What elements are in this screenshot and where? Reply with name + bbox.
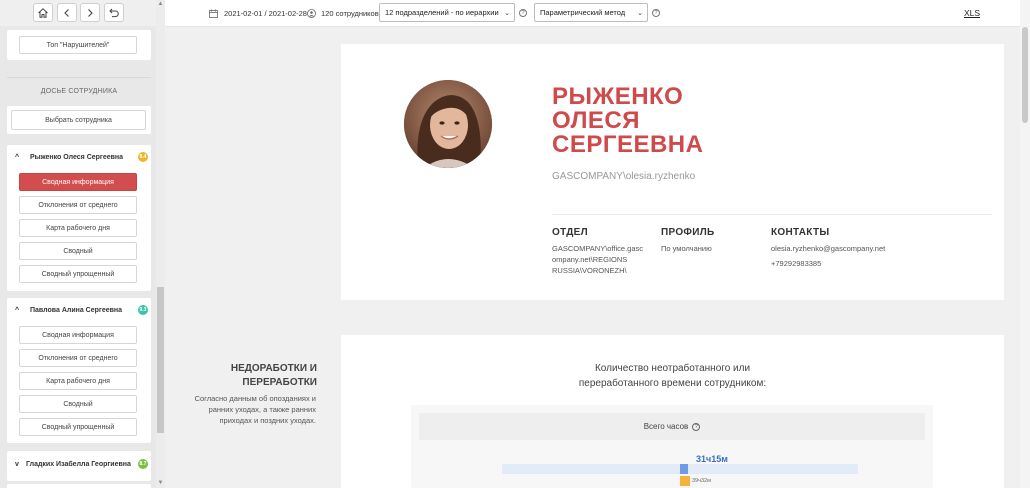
- stats-desc-line: Согласно данным об опозданиях и: [194, 394, 316, 403]
- profile-header: ПРОФИЛЬ: [661, 227, 715, 238]
- department-header: ОТДЕЛ: [552, 227, 588, 238]
- bar-label-overworked: 39ч32м: [692, 478, 711, 484]
- top-violators-button[interactable]: Топ "Нарушителей": [19, 36, 137, 54]
- stats-desc-line: ранних уходах, а также ранних: [208, 405, 316, 414]
- sidebar-scrollbar[interactable]: ▲ ▼: [156, 0, 165, 488]
- stats-desc-line: приходах и поздних уходах.: [219, 416, 316, 425]
- help-icon[interactable]: ?: [519, 9, 527, 17]
- stats-title-line: НЕДОРАБОТКИ И: [230, 363, 317, 374]
- departments-select-value: 12 подразделений - по иерархии: [385, 8, 499, 17]
- employee-score-badge-3: 8.7: [138, 459, 148, 469]
- contacts-value: olesia.ryzhenko@gascompany.net +79292983…: [771, 243, 885, 269]
- chart-title: Количество неотработанного или переработ…: [341, 361, 1004, 391]
- undo-icon: [109, 8, 119, 17]
- profile-card: РЫЖЕНКО ОЛЕСЯ СЕРГЕЕВНА GASCOMPANY\olesi…: [341, 44, 1004, 300]
- profile-value: По умолчанию: [661, 244, 712, 253]
- employee-name-1: Рыженко Олеся Сергеевна: [30, 153, 124, 161]
- employee-score-badge-2: 9.3: [138, 305, 148, 315]
- help-icon[interactable]: ?: [652, 9, 660, 17]
- menu-item-simplified-2[interactable]: Сводный упрощенный: [19, 418, 137, 436]
- menu-item-workday-map-2[interactable]: Карта рабочего дня: [19, 372, 137, 390]
- contact-phone[interactable]: +79292983385: [771, 258, 885, 269]
- date-range-text: 2021-02-01 / 2021-02-28: [224, 8, 307, 18]
- menu-item-consolidated-1[interactable]: Сводный: [19, 242, 137, 260]
- total-hours-label: Всего часов: [643, 422, 689, 431]
- employee-full-name: РЫЖЕНКО ОЛЕСЯ СЕРГЕЕВНА: [552, 85, 812, 157]
- stats-title: НЕДОРАБОТКИ И ПЕРЕРАБОТКИ: [165, 362, 317, 390]
- chevron-down-icon: ⌄: [504, 10, 510, 17]
- employee-name-3: Гладких Изабелла Георгиевна: [26, 460, 131, 468]
- name-line-first: ОЛЕСЯ: [552, 107, 640, 134]
- undo-button[interactable]: [104, 3, 124, 22]
- chart-title-line: Количество неотработанного или: [594, 363, 751, 374]
- total-hours-header[interactable]: Всего часов ?: [419, 413, 925, 440]
- people-icon: [307, 8, 316, 18]
- stats-title-line: ПЕРЕРАБОТКИ: [242, 377, 317, 388]
- nav-toolbar: [0, 0, 156, 26]
- back-button[interactable]: [57, 3, 77, 22]
- bar-underworked: [680, 464, 688, 474]
- chevron-down-icon: ⌄: [637, 10, 643, 17]
- forward-icon: [88, 8, 93, 17]
- employee-score-badge-1: 8.4: [138, 152, 148, 162]
- menu-item-consolidated-2[interactable]: Сводный: [19, 395, 137, 413]
- scroll-up-arrow[interactable]: ▲: [156, 0, 165, 9]
- bar-overworked: [680, 476, 690, 486]
- stats-description: Согласно данным об опозданиях и ранних у…: [165, 393, 316, 426]
- page-scroll-thumb[interactable]: [1022, 27, 1028, 123]
- select-employee-button[interactable]: Выбрать сотрудника: [11, 110, 146, 130]
- employee-header-3[interactable]: v Гладких Изабелла Георгиевна 8.7: [12, 456, 148, 472]
- sidebar-divider: [7, 77, 151, 78]
- menu-item-deviations-1[interactable]: Отклонения от среднего: [19, 196, 137, 214]
- method-select-value: Параметрический метод: [540, 8, 626, 17]
- calendar-icon: [209, 9, 218, 18]
- employees-count-text: 120 сотрудников: [321, 8, 379, 18]
- method-select[interactable]: Параметрический метод ⌄: [534, 3, 648, 22]
- department-line: ompany.net\REGIONS: [552, 255, 628, 264]
- back-icon: [64, 8, 69, 17]
- bar-label-underworked: 31ч15м: [696, 454, 728, 464]
- help-icon[interactable]: ?: [692, 422, 701, 431]
- contact-email[interactable]: olesia.ryzhenko@gascompany.net: [771, 243, 885, 254]
- top-filter-bar: 2021-02-01 / 2021-02-28 120 сотрудников …: [165, 0, 1030, 27]
- sidebar-scroll-thumb[interactable]: [157, 287, 164, 433]
- chevron-up-icon: ^: [14, 306, 20, 314]
- department-value: GASCOMPANY\office.gasc ompany.net\REGION…: [552, 243, 643, 276]
- department-line: GASCOMPANY\office.gasc: [552, 244, 644, 253]
- sidebar: Топ "Нарушителей" ДОСЬЕ СОТРУДНИКА Выбра…: [0, 0, 165, 488]
- profile-divider: [552, 214, 992, 215]
- section-title-dossier: ДОСЬЕ СОТРУДНИКА: [40, 88, 118, 95]
- menu-item-summary-1[interactable]: Сводная информация: [19, 173, 137, 191]
- department-line: RUSSIA\VORONEZH\: [552, 266, 627, 275]
- home-button[interactable]: [33, 3, 53, 22]
- menu-item-simplified-1[interactable]: Сводный упрощенный: [19, 265, 137, 283]
- employee-header-2[interactable]: ^ Павлова Алина Сергеевна 9.3: [12, 302, 148, 318]
- chevron-up-icon: ^: [14, 153, 20, 161]
- scroll-down-arrow[interactable]: ▼: [156, 479, 165, 488]
- employee-login: GASCOMPANY\olesia.ryzhenko: [552, 171, 696, 182]
- contacts-header: КОНТАКТЫ: [771, 227, 830, 238]
- menu-item-summary-2[interactable]: Сводная информация: [19, 326, 137, 344]
- employee-header-1[interactable]: ^ Рыженко Олеся Сергеевна 8.4: [12, 149, 148, 165]
- employee-name-2: Павлова Алина Сергеевна: [30, 306, 123, 314]
- avatar: [404, 80, 492, 168]
- employees-count[interactable]: 120 сотрудников: [307, 0, 379, 26]
- name-line-last: РЫЖЕНКО: [552, 83, 684, 110]
- menu-item-workday-map-1[interactable]: Карта рабочего дня: [19, 219, 137, 237]
- xls-export-link[interactable]: XLS: [964, 8, 980, 18]
- menu-item-deviations-2[interactable]: Отклонения от среднего: [19, 349, 137, 367]
- page-scrollbar[interactable]: [1020, 0, 1030, 488]
- date-range[interactable]: 2021-02-01 / 2021-02-28: [209, 0, 307, 26]
- home-icon: [38, 7, 48, 18]
- chevron-down-icon: v: [15, 460, 19, 468]
- name-line-middle: СЕРГЕЕВНА: [552, 131, 704, 158]
- departments-select[interactable]: 12 подразделений - по иерархии ⌄: [379, 3, 515, 22]
- employee-card-4: [7, 484, 151, 488]
- hours-bar-chart: 31ч15м 39ч32м: [502, 454, 858, 486]
- chart-title-line: переработанного времени сотрудником:: [578, 378, 767, 389]
- forward-button[interactable]: [80, 3, 100, 22]
